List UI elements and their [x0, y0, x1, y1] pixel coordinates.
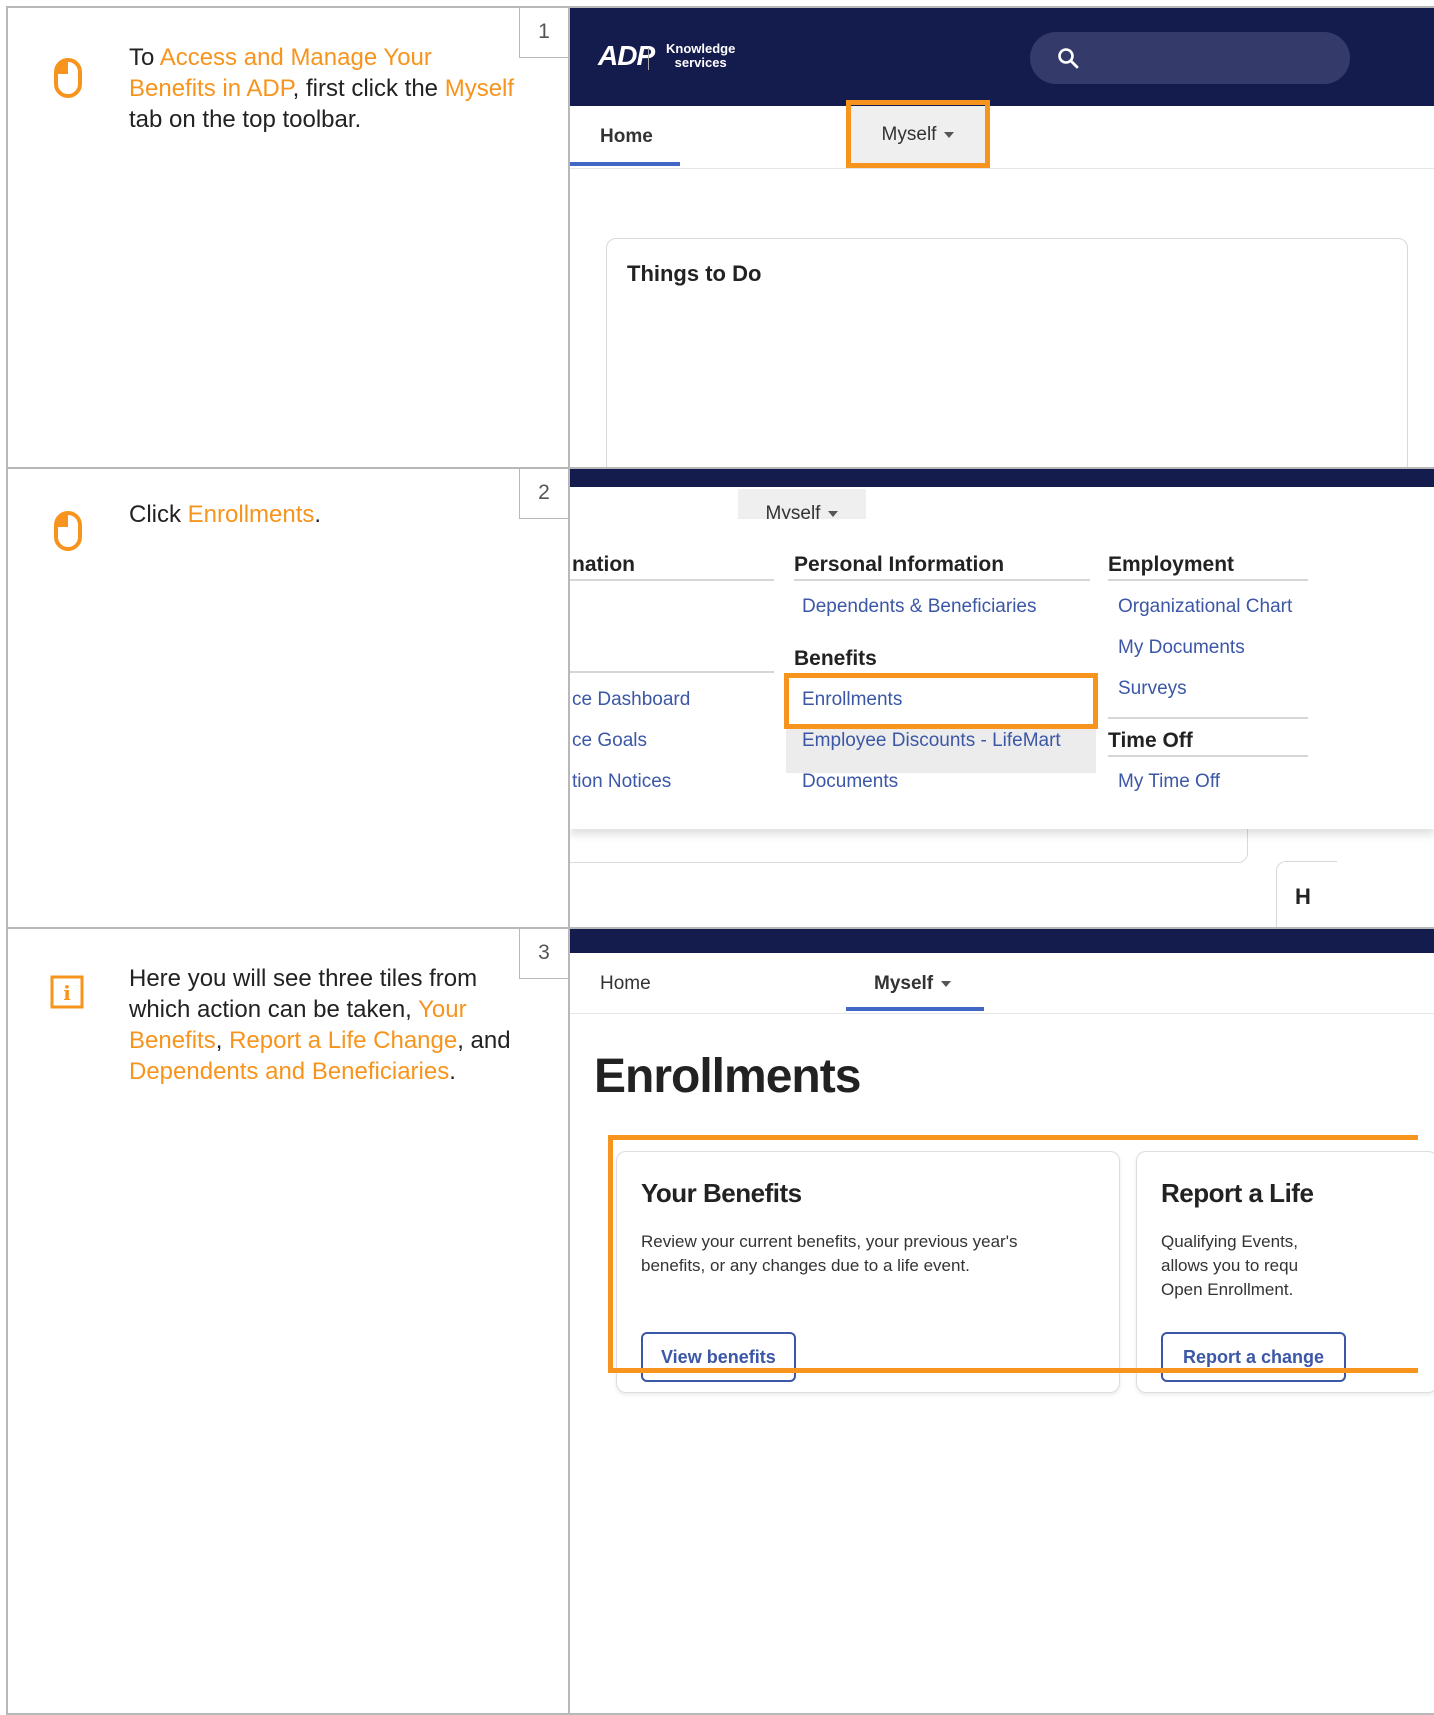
- instruction-highlight: Enrollments: [187, 501, 315, 528]
- nav-bar: Home Myself: [570, 100, 1434, 169]
- menu-link[interactable]: ce Goals: [572, 730, 647, 752]
- logo-divider: [648, 48, 649, 70]
- nav-bar: Home Myself: [570, 953, 1434, 1014]
- highlight-box: [846, 100, 990, 168]
- menu-section-heading: nation: [572, 553, 635, 576]
- tab-home[interactable]: Home: [600, 973, 651, 995]
- menu-link-dependents[interactable]: Dependents & Beneficiaries: [802, 596, 1036, 618]
- page-title: Enrollments: [594, 1050, 861, 1103]
- highlight-box: [784, 673, 1098, 729]
- active-tab-underline: [570, 162, 680, 166]
- card-title: Things to Do: [627, 261, 762, 286]
- step-number: 3: [519, 929, 568, 979]
- instruction-highlight: Dependents and Beneficiaries: [129, 1058, 450, 1085]
- top-toolbar: [570, 469, 1434, 487]
- menu-link-my-documents[interactable]: My Documents: [1118, 637, 1245, 659]
- step-instruction: Click Enrollments.: [129, 499, 519, 530]
- adp-logo: ADP: [598, 40, 655, 71]
- screenshot-3: Home Myself Enrollments Your Benefits Re…: [570, 929, 1434, 1713]
- step-row-2: 2 Click Enrollments. H Myself nation ce …: [6, 467, 1434, 927]
- menu-link-surveys[interactable]: Surveys: [1118, 678, 1187, 700]
- info-icon: i: [50, 975, 84, 1014]
- card-title: H: [1295, 884, 1311, 909]
- active-tab-underline: [846, 1007, 984, 1011]
- menu-section-heading: Time Off: [1108, 729, 1193, 752]
- instruction-text: , first click the: [292, 75, 445, 102]
- logo-text: Knowledge: [666, 41, 736, 56]
- divider: [6, 8, 8, 467]
- menu-link[interactable]: ce Dashboard: [572, 689, 690, 711]
- step-row-3: 3 i Here you will see three tiles from w…: [6, 927, 1434, 1715]
- logo-text: services: [674, 55, 727, 70]
- divider: [6, 469, 8, 927]
- step-row-1: 1 To Access and Manage Your Benefits in …: [6, 6, 1434, 467]
- section-divider: [1108, 579, 1308, 581]
- instruction-text: .: [449, 1058, 456, 1085]
- menu-link-documents[interactable]: Documents: [802, 771, 898, 793]
- background-card: H: [1276, 861, 1337, 927]
- search-icon[interactable]: [1056, 46, 1080, 70]
- things-to-do-card: Things to Do: [606, 238, 1408, 467]
- instruction-text: .: [314, 501, 322, 528]
- highlight-box: [608, 1135, 1418, 1373]
- instruction-highlight: Myself: [444, 75, 515, 102]
- screenshot-2: H Myself nation ce Dashboard ce Goals ti…: [570, 469, 1434, 927]
- tab-label: Myself: [874, 973, 934, 994]
- screenshot-1: ADP Knowledge services Home Myself Thing…: [570, 8, 1434, 467]
- menu-section-heading: Benefits: [794, 647, 877, 670]
- section-divider: [570, 671, 774, 673]
- section-divider: [1108, 717, 1308, 719]
- section-divider: [1108, 755, 1308, 757]
- caret-down-icon: [828, 510, 839, 517]
- menu-link[interactable]: tion Notices: [572, 771, 671, 793]
- mouse-icon: [50, 56, 86, 105]
- tab-home[interactable]: Home: [600, 126, 653, 148]
- instruction-text: tab on the top toolbar.: [129, 106, 362, 133]
- tab-myself[interactable]: Myself: [874, 973, 952, 995]
- menu-link-org-chart[interactable]: Organizational Chart: [1118, 596, 1292, 618]
- instruction-text: , and: [457, 1027, 511, 1054]
- knowledge-services-logo: Knowledge services: [666, 42, 735, 70]
- svg-text:i: i: [63, 981, 71, 1005]
- instruction-text: To: [129, 44, 160, 71]
- step-instruction: Here you will see three tiles from which…: [129, 963, 519, 1087]
- section-divider: [570, 579, 774, 581]
- instruction-highlight: Report a Life Change: [229, 1027, 458, 1054]
- step-number: 1: [519, 8, 568, 58]
- divider: [6, 929, 8, 1713]
- caret-down-icon: [941, 980, 952, 987]
- instruction-text: Click: [129, 501, 188, 528]
- mouse-icon: [50, 509, 86, 558]
- top-toolbar: [570, 929, 1434, 953]
- search-box[interactable]: [1030, 32, 1350, 84]
- menu-section-heading: Personal Information: [794, 553, 1005, 576]
- menu-section-heading: Employment: [1108, 553, 1235, 576]
- top-toolbar: ADP Knowledge services: [570, 8, 1434, 106]
- menu-link-my-time-off[interactable]: My Time Off: [1118, 771, 1220, 793]
- section-divider: [794, 579, 1090, 581]
- menu-link-lifemart[interactable]: Employee Discounts - LifeMart: [802, 730, 1061, 752]
- instruction-text: ,: [215, 1027, 230, 1054]
- step-instruction: To Access and Manage Your Benefits in AD…: [129, 42, 519, 135]
- step-number: 2: [519, 469, 568, 519]
- myself-dropdown-menu: nation ce Dashboard ce Goals tion Notice…: [570, 519, 1434, 829]
